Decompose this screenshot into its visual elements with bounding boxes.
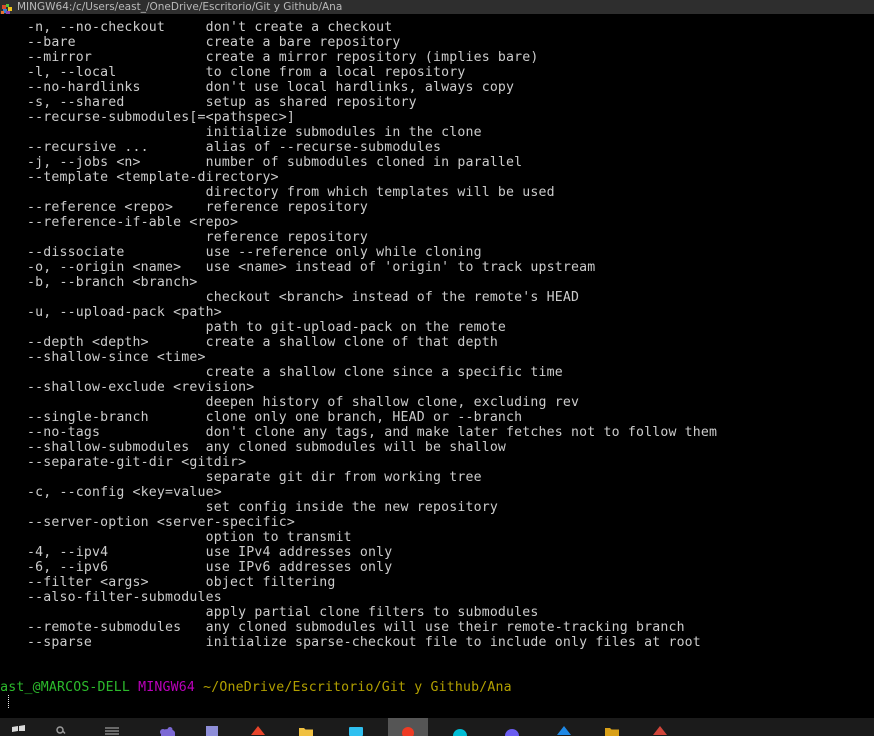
- terminal-line: deepen history of shallow clone, excludi…: [27, 395, 580, 410]
- terminal-line: --depth <depth> create a shallow clone o…: [27, 335, 498, 350]
- taskbar-start-button[interactable]: [0, 718, 38, 736]
- prompt-working-directory: ~/OneDrive/Escritorio/Git y Github/Ana: [203, 680, 512, 695]
- terminal-line: --reference-if-able <repo>: [27, 215, 239, 230]
- terminal-line: -l, --local to clone from a local reposi…: [27, 65, 466, 80]
- terminal-line: --separate-git-dir <gitdir>: [27, 455, 247, 470]
- terminal-line: -b, --branch <branch>: [27, 275, 198, 290]
- terminal-line: --server-option <server-specific>: [27, 515, 295, 530]
- terminal-line: --dissociate use --reference only while …: [27, 245, 482, 260]
- terminal-line: -4, --ipv4 use IPv4 addresses only: [27, 545, 393, 560]
- terminal-line: path to git-upload-pack on the remote: [27, 320, 507, 335]
- terminal-line: separate git dir from working tree: [27, 470, 482, 485]
- taskbar-app-browser[interactable]: [440, 718, 480, 736]
- terminal-line: checkout <branch> instead of the remote'…: [27, 290, 580, 305]
- taskbar-app-premiere[interactable]: [640, 718, 680, 736]
- terminal-line: -6, --ipv6 use IPv6 addresses only: [27, 560, 393, 575]
- taskbar-app-teams[interactable]: [148, 718, 188, 736]
- terminal-line: -n, --no-checkout don't create a checkou…: [27, 20, 393, 35]
- terminal-line: apply partial clone filters to submodule…: [27, 605, 539, 620]
- terminal-line: --reference <repo> reference repository: [27, 200, 369, 215]
- terminal-line: --filter <args> object filtering: [27, 575, 336, 590]
- taskbar-app-pdf[interactable]: [238, 718, 278, 736]
- taskbar-app-gitbash[interactable]: [388, 718, 428, 736]
- terminal-line: --shallow-since <time>: [27, 350, 206, 365]
- terminal-line: -o, --origin <name> use <name> instead o…: [27, 260, 596, 275]
- terminal-line: initialize submodules in the clone: [27, 125, 482, 140]
- terminal-line: set config inside the new repository: [27, 500, 498, 515]
- terminal-viewport[interactable]: -n, --no-checkout don't create a checkou…: [0, 14, 874, 718]
- git-bash-icon: [1, 1, 13, 14]
- terminal-line: -j, --jobs <n> number of submodules clon…: [27, 155, 523, 170]
- terminal-line: --shallow-submodules any cloned submodul…: [27, 440, 507, 455]
- terminal-line: --recurse-submodules[=<pathspec>]: [27, 110, 295, 125]
- terminal-line: -s, --shared setup as shared repository: [27, 95, 417, 110]
- prompt-shell-name: MINGW64: [138, 680, 196, 695]
- terminal-line: --single-branch clone only one branch, H…: [27, 410, 523, 425]
- terminal-output: -n, --no-checkout don't create a checkou…: [0, 20, 874, 710]
- shell-input-line[interactable]: $: [0, 695, 874, 710]
- terminal-line: --sparse initialize sparse-checkout file…: [27, 635, 701, 650]
- windows-taskbar[interactable]: [0, 718, 874, 736]
- taskbar-app-notes[interactable]: [592, 718, 632, 736]
- terminal-line: --no-tags don't clone any tags, and make…: [27, 425, 718, 440]
- taskbar-app-store[interactable]: [192, 718, 232, 736]
- prompt-user-host: east_@MARCOS-DELL: [0, 680, 131, 695]
- terminal-line: --bare create a bare repository: [27, 35, 401, 50]
- shell-prompt-line: east_@MARCOS-DELL MINGW64 ~/OneDrive/Esc…: [0, 680, 874, 695]
- taskbar-taskview-button[interactable]: [92, 718, 132, 736]
- terminal-line: create a shallow clone since a specific …: [27, 365, 563, 380]
- taskbar-app-onedrive[interactable]: [544, 718, 584, 736]
- terminal-line: reference repository: [27, 230, 369, 245]
- taskbar-app-explorer[interactable]: [286, 718, 326, 736]
- terminal-line: option to transmit: [27, 530, 352, 545]
- terminal-line: -c, --config <key=value>: [27, 485, 222, 500]
- terminal-line: --remote-submodules any cloned submodule…: [27, 620, 685, 635]
- gitbash-window: MINGW64:/c/Users/east_/OneDrive/Escritor…: [0, 0, 874, 736]
- terminal-line: --mirror create a mirror repository (imp…: [27, 50, 539, 65]
- terminal-line: --shallow-exclude <revision>: [27, 380, 255, 395]
- terminal-line: -u, --upload-pack <path>: [27, 305, 222, 320]
- taskbar-search-box[interactable]: [40, 718, 80, 736]
- window-titlebar[interactable]: MINGW64:/c/Users/east_/OneDrive/Escritor…: [0, 0, 874, 14]
- terminal-line: --no-hardlinks don't use local hardlinks…: [27, 80, 515, 95]
- window-title-text: MINGW64:/c/Users/east_/OneDrive/Escritor…: [17, 1, 343, 13]
- terminal-line: directory from which templates will be u…: [27, 185, 555, 200]
- text-cursor: [8, 695, 17, 708]
- terminal-line: --recursive ... alias of --recurse-submo…: [27, 140, 442, 155]
- taskbar-app-vscode[interactable]: [336, 718, 376, 736]
- taskbar-app-edge[interactable]: [492, 718, 532, 736]
- terminal-line: --template <template-directory>: [27, 170, 279, 185]
- terminal-line: --also-filter-submodules: [27, 590, 222, 605]
